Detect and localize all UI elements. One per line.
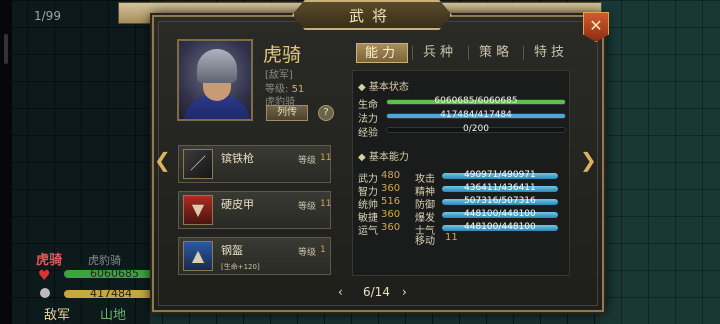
tab-skill[interactable]: 特技 <box>525 43 577 63</box>
hp-label: 生命 <box>358 100 378 111</box>
hp-text: 6060685/6060685 <box>434 96 518 106</box>
exp-text: 0/200 <box>463 124 489 134</box>
tab-separator <box>412 46 413 60</box>
help-button[interactable]: ? <box>318 105 334 121</box>
ability-value: 360 <box>381 183 401 194</box>
tab-strategy[interactable]: 策略 <box>470 43 522 63</box>
move-value: 11 <box>445 232 458 243</box>
map-right-area <box>600 0 720 324</box>
equipment-level-label: 等级 <box>298 248 317 258</box>
ability-value: 360 <box>381 209 401 220</box>
derived-value: 436411/436411 <box>464 183 536 193</box>
derived-value: 507316/507316 <box>464 196 536 206</box>
unit-mp-value: 417484 <box>90 287 132 300</box>
pager-next[interactable]: › <box>402 285 407 299</box>
tab-separator <box>523 46 524 60</box>
next-general-arrow[interactable]: ❯ <box>580 148 597 172</box>
tab-ability[interactable]: 能力 <box>356 43 408 63</box>
ability-value: 480 <box>381 170 401 181</box>
pager-prev[interactable]: ‹ <box>338 285 343 299</box>
dialog-title: 武将 <box>348 6 395 25</box>
equipment-level-value: 11 <box>320 153 332 163</box>
spear-icon: ／ <box>183 149 213 179</box>
general-faction: [敌军] <box>265 70 293 81</box>
equipment-level-label: 等级 <box>298 202 317 212</box>
exp-label: 经验 <box>358 128 378 139</box>
camera-notch <box>4 34 8 64</box>
screen-left-edge <box>0 0 12 324</box>
prev-general-arrow[interactable]: ❮ <box>154 148 171 172</box>
move-label: 移动 <box>415 236 435 247</box>
unit-type: 虎豹骑 <box>88 254 121 267</box>
equipment-level-value: 11 <box>320 199 332 209</box>
ability-value: 360 <box>381 222 401 233</box>
close-x-icon: ✕ <box>589 16 603 35</box>
general-portrait <box>177 39 253 121</box>
derived-value: 490971/490971 <box>464 170 536 180</box>
basic-ability-heading-text: 基本能力 <box>368 152 409 163</box>
helmet-icon: ▲ <box>183 241 213 271</box>
game-screen: 1/99 虎骑 虎豹骑 ♥ 6060685 417484 敌军 山地 武将 ✕ … <box>0 0 720 324</box>
basic-status-heading-text: 基本状态 <box>368 82 409 93</box>
ability-value: 516 <box>381 196 401 207</box>
unit-faction: 敌军 <box>44 308 71 323</box>
equipment-level-value: 1 <box>320 245 326 255</box>
feather-icon <box>40 288 50 298</box>
pager-text: 6/14 <box>363 285 390 299</box>
heart-icon: ♥ <box>38 268 51 284</box>
unit-hp-value: 6060685 <box>90 267 139 280</box>
portrait-helmet <box>197 49 237 83</box>
unit-terrain: 山地 <box>100 308 127 323</box>
page-counter: 1/99 <box>34 9 61 23</box>
equipment-name: 镔铁枪 <box>221 152 254 165</box>
unit-name: 虎骑 <box>36 253 63 268</box>
ability-label: 运气 <box>358 226 378 237</box>
mp-text: 417484/417484 <box>440 110 512 120</box>
tab-troop[interactable]: 兵种 <box>414 43 466 63</box>
derived-value: 448100/448100 <box>464 209 536 219</box>
mp-label: 法力 <box>358 114 378 125</box>
equipment-name: 钢盔 <box>221 244 243 257</box>
dialog-title-plate: 武将 <box>292 0 452 30</box>
general-name: 虎骑 <box>263 44 302 66</box>
basic-ability-heading: ◆ 基本能力 <box>358 152 409 163</box>
equipment-level-label: 等级 <box>298 156 317 166</box>
armor-icon: ▼ <box>183 195 213 225</box>
tab-separator <box>468 46 469 60</box>
biography-button[interactable]: 列传 <box>266 105 308 121</box>
derived-value: 448100/448100 <box>464 222 536 232</box>
equipment-bonus: [生命+120] <box>221 263 260 271</box>
equipment-name: 硬皮甲 <box>221 198 254 211</box>
basic-status-heading: ◆ 基本状态 <box>358 82 409 93</box>
